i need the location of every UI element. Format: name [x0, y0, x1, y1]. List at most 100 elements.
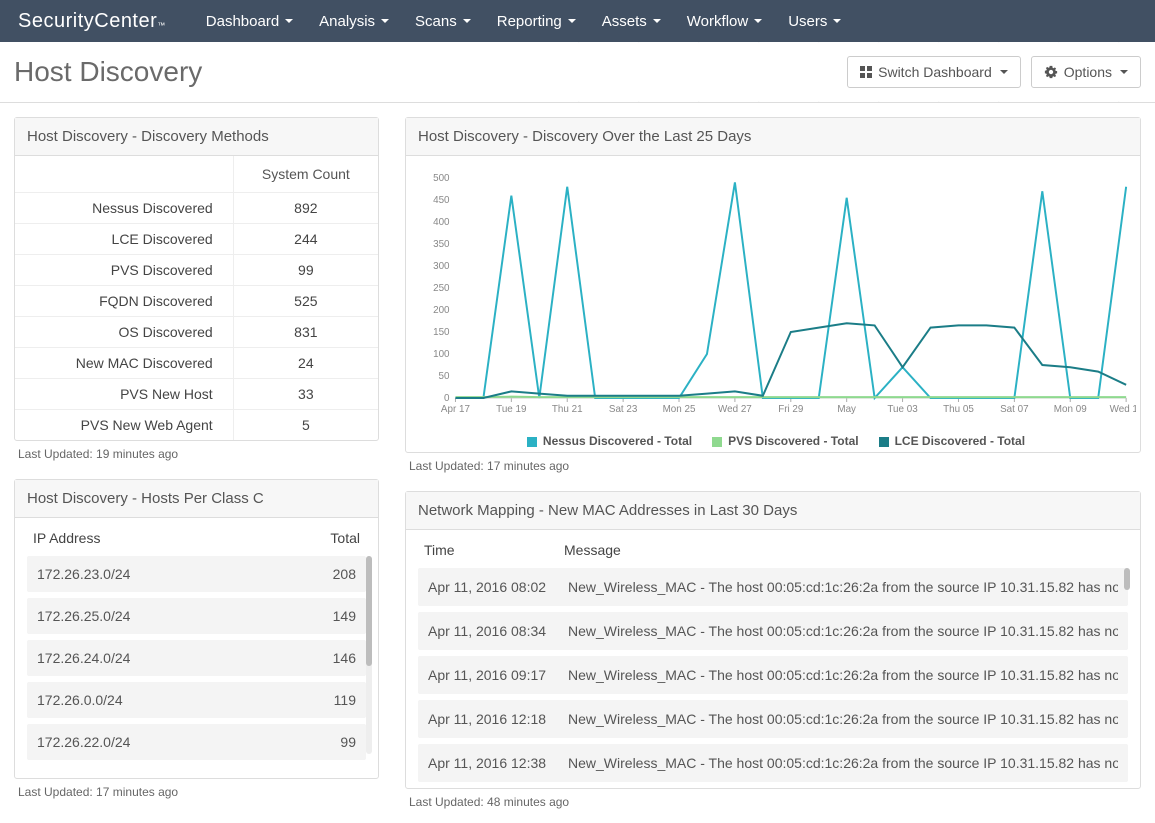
svg-text:Fri 29: Fri 29 [778, 404, 804, 415]
nav-item-users[interactable]: Users [788, 13, 841, 30]
panel-footer: Last Updated: 17 minutes ago [14, 779, 379, 799]
scrollbar[interactable] [366, 556, 372, 754]
total: 149 [333, 608, 356, 624]
method-label: LCE Discovered [15, 224, 233, 255]
svg-text:Apr 17: Apr 17 [441, 404, 471, 415]
method-label: PVS New Web Agent [15, 410, 233, 441]
options-button[interactable]: Options [1031, 56, 1141, 88]
grid-icon [860, 66, 872, 78]
legend-item[interactable]: PVS Discovered - Total [712, 434, 858, 448]
panel-title: Network Mapping - New MAC Addresses in L… [406, 492, 1140, 530]
method-count: 525 [233, 286, 378, 317]
method-label: PVS Discovered [15, 255, 233, 286]
message: New_Wireless_MAC - The host 00:05:cd:1c:… [568, 667, 1118, 683]
method-label: Nessus Discovered [15, 193, 233, 224]
svg-text:Mon 09: Mon 09 [1054, 404, 1087, 415]
method-label: FQDN Discovered [15, 286, 233, 317]
caret-down-icon [1000, 70, 1008, 74]
column-header: Time [424, 542, 564, 558]
svg-text:Sat 23: Sat 23 [609, 404, 638, 415]
table-row[interactable]: PVS New Host33 [15, 379, 378, 410]
nav-item-analysis[interactable]: Analysis [319, 13, 389, 30]
svg-text:0: 0 [444, 393, 450, 404]
switch-dashboard-button[interactable]: Switch Dashboard [847, 56, 1021, 88]
nav-items: Dashboard Analysis Scans Reporting Assets Wor… [206, 13, 842, 30]
svg-text:450: 450 [433, 195, 450, 206]
caret-down-icon [833, 19, 841, 23]
method-count: 244 [233, 224, 378, 255]
brand-tm: ™ [157, 21, 166, 30]
svg-text:May: May [837, 404, 856, 415]
column-header: Message [564, 542, 621, 558]
svg-text:Sat 07: Sat 07 [1000, 404, 1029, 415]
table-row[interactable]: OS Discovered831 [15, 317, 378, 348]
svg-text:250: 250 [433, 283, 450, 294]
ip-address: 172.26.24.0/24 [37, 650, 130, 666]
list-item[interactable]: 172.26.24.0/24146 [27, 640, 366, 676]
list-item[interactable]: 172.26.22.0/2499 [27, 724, 366, 760]
svg-text:400: 400 [433, 217, 450, 228]
list-item[interactable]: Apr 11, 2016 08:34New_Wireless_MAC - The… [418, 612, 1128, 650]
nav-item-dashboard[interactable]: Dashboard [206, 13, 293, 30]
list-item[interactable]: Apr 11, 2016 08:02New_Wireless_MAC - The… [418, 568, 1128, 606]
list-item[interactable]: 172.26.0.0/24119 [27, 682, 366, 718]
scrollbar[interactable] [1124, 568, 1130, 590]
table-row[interactable]: PVS New Web Agent5 [15, 410, 378, 441]
gear-icon [1044, 65, 1058, 79]
nav-item-reporting[interactable]: Reporting [497, 13, 576, 30]
list-item[interactable]: Apr 11, 2016 12:38New_Wireless_MAC - The… [418, 744, 1128, 782]
nav-item-workflow[interactable]: Workflow [687, 13, 762, 30]
table-row[interactable]: New MAC Discovered24 [15, 348, 378, 379]
line-chart: 050100150200250300350400450500Apr 17Tue … [416, 170, 1136, 430]
top-nav: SecurityCenter™ Dashboard Analysis Scans Re… [0, 0, 1155, 42]
method-count: 99 [233, 255, 378, 286]
caret-down-icon [285, 19, 293, 23]
svg-text:350: 350 [433, 239, 450, 250]
switch-dashboard-label: Switch Dashboard [878, 64, 992, 80]
list-item[interactable]: 172.26.25.0/24 149 [27, 598, 366, 634]
time: Apr 11, 2016 12:38 [428, 755, 568, 771]
table-row[interactable]: PVS Discovered99 [15, 255, 378, 286]
caret-down-icon [463, 19, 471, 23]
total: 119 [334, 692, 356, 708]
svg-text:Tue 03: Tue 03 [887, 404, 918, 415]
svg-text:Thu 21: Thu 21 [552, 404, 583, 415]
method-label: PVS New Host [15, 379, 233, 410]
message: New_Wireless_MAC - The host 00:05:cd:1c:… [568, 623, 1118, 639]
svg-text:Wed 27: Wed 27 [718, 404, 752, 415]
discovery-methods-table: System Count Nessus Discovered892LCE Dis… [15, 156, 378, 440]
brand-text: SecurityCenter [18, 10, 157, 33]
table-row[interactable]: FQDN Discovered525 [15, 286, 378, 317]
svg-text:150: 150 [433, 327, 450, 338]
panel-new-mac: Network Mapping - New MAC Addresses in L… [405, 491, 1141, 809]
table-row[interactable]: Nessus Discovered892 [15, 193, 378, 224]
nav-item-scans[interactable]: Scans [415, 13, 471, 30]
method-count: 831 [233, 317, 378, 348]
ip-address: 172.26.25.0/24 [37, 608, 130, 624]
list-item[interactable]: 172.26.23.0/24208 [27, 556, 366, 592]
legend-item[interactable]: LCE Discovered - Total [879, 434, 1025, 448]
title-bar: Host Discovery Switch Dashboard Options [0, 42, 1155, 103]
ip-address: 172.26.22.0/24 [37, 734, 130, 750]
panel-title: Host Discovery - Hosts Per Class C [15, 480, 378, 518]
list-item[interactable]: Apr 11, 2016 12:18New_Wireless_MAC - The… [418, 700, 1128, 738]
time: Apr 11, 2016 08:02 [428, 579, 568, 595]
svg-text:Mon 25: Mon 25 [663, 404, 696, 415]
column-header: Total [330, 530, 360, 546]
svg-text:200: 200 [433, 305, 450, 316]
list-item[interactable]: Apr 11, 2016 09:17New_Wireless_MAC - The… [418, 656, 1128, 694]
panel-title: Host Discovery - Discovery Methods [15, 118, 378, 156]
nav-item-assets[interactable]: Assets [602, 13, 661, 30]
page-title: Host Discovery [14, 56, 202, 88]
legend-item[interactable]: Nessus Discovered - Total [527, 434, 692, 448]
method-count: 33 [233, 379, 378, 410]
options-label: Options [1064, 64, 1112, 80]
panel-footer: Last Updated: 48 minutes ago [405, 789, 1141, 809]
caret-down-icon [568, 19, 576, 23]
svg-text:Wed 11: Wed 11 [1110, 404, 1136, 415]
method-count: 892 [233, 193, 378, 224]
caret-down-icon [754, 19, 762, 23]
method-label: New MAC Discovered [15, 348, 233, 379]
table-row[interactable]: LCE Discovered244 [15, 224, 378, 255]
ip-address: 172.26.23.0/24 [37, 566, 130, 582]
